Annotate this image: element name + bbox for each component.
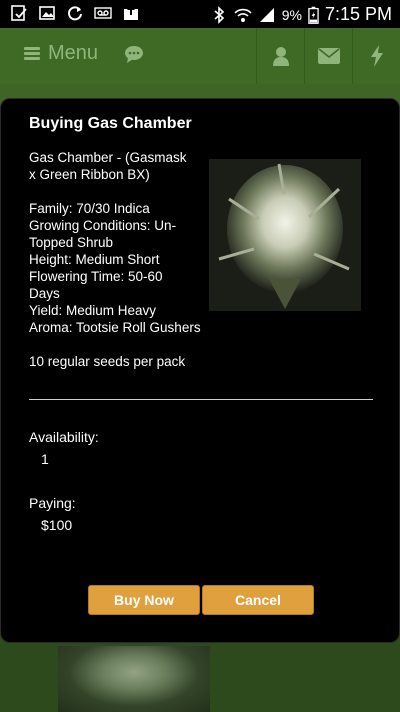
notification-icons bbox=[10, 4, 140, 22]
clock: 7:15 PM bbox=[324, 4, 392, 24]
signal-icon bbox=[259, 7, 274, 22]
paying-label: Paying: bbox=[29, 495, 76, 511]
system-status: 9% 7:15 PM bbox=[210, 4, 392, 25]
buy-now-button[interactable]: Buy Now bbox=[88, 585, 200, 615]
battery-percent: 9% bbox=[281, 6, 302, 23]
task-check-icon bbox=[11, 5, 27, 21]
purchase-dialog: Buying Gas Chamber Gas Chamber - (Gasmas… bbox=[0, 98, 400, 643]
bluetooth-icon bbox=[214, 5, 224, 24]
envelope-icon bbox=[317, 48, 340, 64]
user-icon bbox=[272, 47, 289, 66]
product-image bbox=[209, 159, 361, 311]
chat-button[interactable] bbox=[124, 44, 144, 69]
cancel-button[interactable]: Cancel bbox=[202, 585, 314, 615]
header-actions bbox=[256, 28, 400, 84]
account-button[interactable] bbox=[256, 28, 304, 84]
availability-value: 1 bbox=[41, 451, 49, 467]
availability-label: Availability: bbox=[29, 429, 99, 445]
paying-value: $100 bbox=[41, 517, 73, 533]
battery-icon bbox=[308, 6, 319, 24]
product-description: Gas Chamber - (Gasmask x Green Ribbon BX… bbox=[29, 150, 201, 369]
image-icon bbox=[39, 6, 55, 20]
menu-button[interactable]: Menu bbox=[24, 42, 98, 65]
dialog-title: Buying Gas Chamber bbox=[29, 115, 192, 132]
upload-icon bbox=[124, 6, 138, 20]
sync-icon bbox=[68, 6, 82, 21]
wifi-icon bbox=[234, 8, 252, 22]
menu-label: Menu bbox=[48, 42, 99, 64]
app-header: Menu bbox=[0, 28, 400, 84]
divider bbox=[29, 399, 373, 400]
hamburger-icon bbox=[24, 46, 40, 61]
activity-button[interactable] bbox=[352, 28, 400, 84]
background-product-image bbox=[58, 646, 210, 712]
voicemail-icon bbox=[94, 7, 112, 19]
lightning-icon bbox=[370, 45, 383, 67]
chat-bubble-icon bbox=[125, 46, 143, 63]
messages-button[interactable] bbox=[304, 28, 352, 84]
status-bar: 9% 7:15 PM bbox=[0, 0, 400, 28]
